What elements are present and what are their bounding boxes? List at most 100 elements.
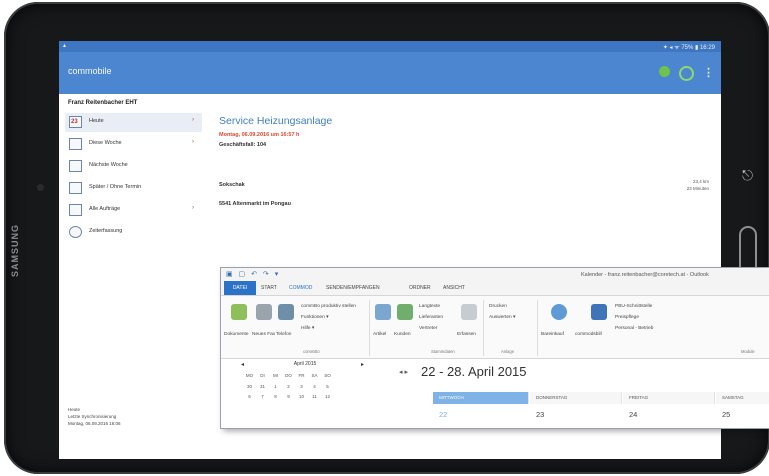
sync-icon[interactable] xyxy=(659,66,670,77)
week-row: 6 7 8 9 10 11 12 xyxy=(243,394,334,399)
longtext-button[interactable]: Langtexte xyxy=(419,304,440,309)
day-cell[interactable]: 10 xyxy=(295,394,308,399)
capture-icon[interactable] xyxy=(461,304,477,320)
evaluate-dropdown[interactable]: Auswerten ▾ xyxy=(489,315,515,320)
sidebar-item-label: Alle Aufträge xyxy=(89,206,121,212)
search-clock-icon xyxy=(69,226,82,238)
sidebar-item-zeiterfassung[interactable]: Zeiterfassung xyxy=(65,223,202,242)
weekday: FR xyxy=(298,373,305,378)
day-header[interactable]: DONNERSTAG xyxy=(530,392,622,404)
fax-icon[interactable] xyxy=(256,304,272,320)
day-cell[interactable]: 2 xyxy=(282,384,295,389)
cash-icon[interactable] xyxy=(551,304,567,320)
sidebar-item-naechste-woche[interactable]: Nächste Woche xyxy=(65,157,202,176)
day-header[interactable]: FREITAG xyxy=(623,392,715,404)
tab-senden-empfangen[interactable]: SENDEN/EMPFANGEN xyxy=(326,285,380,291)
customer-name: Sokschak xyxy=(219,182,245,188)
refresh-icon[interactable] xyxy=(679,66,694,81)
day-number: 23 xyxy=(536,410,545,419)
group-label-anlage: Anlage xyxy=(501,349,515,354)
weekday: MO xyxy=(245,373,254,378)
next-month-icon[interactable]: ▸ xyxy=(361,361,364,368)
commbo-productive-button[interactable]: commBo produktiv stellen xyxy=(301,304,356,309)
phone-icon[interactable] xyxy=(278,304,294,320)
commodsbill-button[interactable]: commodsbill xyxy=(575,332,602,337)
sidebar-item-spaeter[interactable]: Später / Ohne Termin xyxy=(65,179,202,198)
documents-icon[interactable] xyxy=(231,304,247,320)
footer-line: Montag, 06.09.2016 16:06 xyxy=(68,421,121,426)
tab-ansicht[interactable]: ANSICHT xyxy=(443,285,465,291)
more-options-icon[interactable]: ⋮ xyxy=(703,66,714,79)
prev-month-icon[interactable]: ◂ xyxy=(241,361,244,368)
sidebar-item-heute[interactable]: 23 Heute › xyxy=(65,113,202,132)
calendar-day-number: 23 xyxy=(71,119,78,125)
calendar-week-icon xyxy=(69,138,82,150)
route-info: 23,4 km 23 Minuten xyxy=(669,178,709,192)
sidebar-item-diese-woche[interactable]: Diese Woche › xyxy=(65,135,202,154)
pbu-interface-button[interactable]: PBU-Schnittstelle xyxy=(615,304,652,309)
day-cell[interactable]: 1 xyxy=(269,384,282,389)
day-header[interactable]: MITTWOCH xyxy=(433,392,529,404)
calendar-range: 22 - 28. April 2015 xyxy=(421,364,527,379)
tab-datei[interactable]: DATEI xyxy=(224,281,256,295)
article-button[interactable]: Artikel xyxy=(373,332,386,337)
day-cell[interactable]: 30 xyxy=(243,384,256,389)
weekday-row: MO DI MI DO FR SA SO xyxy=(243,373,334,378)
customer-city: 5541 Altenmarkt im Pongau xyxy=(219,201,291,207)
status-bar: ▴ ✦ ◂ ᯤ 75% ▮ 16:29 xyxy=(59,41,721,52)
phone-button[interactable]: Telefon xyxy=(276,332,291,337)
quick-access-toolbar[interactable]: ▣ ▢ ↶ ↷ ▾ xyxy=(226,270,280,278)
tab-start[interactable]: START xyxy=(261,285,277,291)
documents-button[interactable]: Dokumente xyxy=(224,332,249,337)
cash-purchase-button[interactable]: Bareinkauf xyxy=(541,332,564,337)
customers-button[interactable]: Kunden xyxy=(394,332,411,337)
weekday: SA xyxy=(311,373,318,378)
tag-icon[interactable] xyxy=(375,304,391,320)
day-cell[interactable]: 7 xyxy=(256,394,269,399)
price-maintenance-button[interactable]: Preispflege xyxy=(615,315,639,320)
functions-dropdown[interactable]: Funktionen ▾ xyxy=(301,315,328,320)
group-label-stammdaten: Stammdaten xyxy=(431,349,455,354)
day-cell[interactable]: 5 xyxy=(321,384,334,389)
bill-icon[interactable] xyxy=(591,304,607,320)
notification-icon: ▴ xyxy=(63,43,67,49)
group-separator xyxy=(537,300,538,356)
app-bar: commobile ⋮ xyxy=(59,52,721,94)
day-cell[interactable]: 6 xyxy=(243,394,256,399)
sidebar-item-label: Zeiterfassung xyxy=(89,228,123,234)
help-dropdown[interactable]: Hilfe ▾ xyxy=(301,326,314,331)
list-icon xyxy=(69,204,82,216)
window-title: Kalender - franz.reitenbacher@coretech.a… xyxy=(581,272,709,278)
calendar-nav-arrows[interactable]: ◂ ▸ xyxy=(399,368,408,376)
sync-footer: Heute Letzte Synchronisierung Montag, 06… xyxy=(68,406,121,427)
day-cell[interactable]: 4 xyxy=(308,384,321,389)
day-header[interactable]: SAMSTAG xyxy=(716,392,769,404)
print-button[interactable]: Drucken xyxy=(489,304,507,309)
status-indicators: ✦ ◂ ᯤ 75% ▮ 16:29 xyxy=(662,45,715,51)
new-fax-button[interactable]: Neues Fax xyxy=(252,332,275,337)
day-cell[interactable]: 8 xyxy=(269,394,282,399)
day-cell[interactable]: 31 xyxy=(256,384,269,389)
tab-ordner[interactable]: ORDNER xyxy=(409,285,431,291)
suppliers-button[interactable]: Lieferanten xyxy=(419,315,443,320)
day-cell[interactable]: 12 xyxy=(321,394,334,399)
representative-button[interactable]: Vertreter xyxy=(419,326,437,331)
day-cell[interactable]: 11 xyxy=(308,394,321,399)
capture-button[interactable]: Erfassen xyxy=(457,332,476,337)
back-key-icon[interactable]: ⎋ xyxy=(742,168,753,184)
footer-line: Heute xyxy=(68,407,81,412)
account-name: Franz Reitenbacher EHT xyxy=(68,100,138,106)
camera-lens xyxy=(37,184,44,191)
chevron-right-icon: › xyxy=(192,117,194,123)
day-cell[interactable]: 3 xyxy=(295,384,308,389)
staff-operation-button[interactable]: Personal - Betrieb xyxy=(615,326,653,331)
day-cell[interactable]: 9 xyxy=(282,394,295,399)
outlook-titlebar: ▣ ▢ ↶ ↷ ▾ Kalender - franz.reitenbacher@… xyxy=(221,268,769,281)
group-label-commbo: commBo xyxy=(303,349,320,354)
tab-commod[interactable]: COMMOD xyxy=(289,285,312,291)
sidebar-item-label: Diese Woche xyxy=(89,140,122,146)
duration: 23 Minuten xyxy=(686,186,709,191)
customer-icon[interactable] xyxy=(397,304,413,320)
sidebar-item-alle-auftraege[interactable]: Alle Aufträge › xyxy=(65,201,202,220)
mini-calendar-month: April 2015 xyxy=(293,361,317,367)
